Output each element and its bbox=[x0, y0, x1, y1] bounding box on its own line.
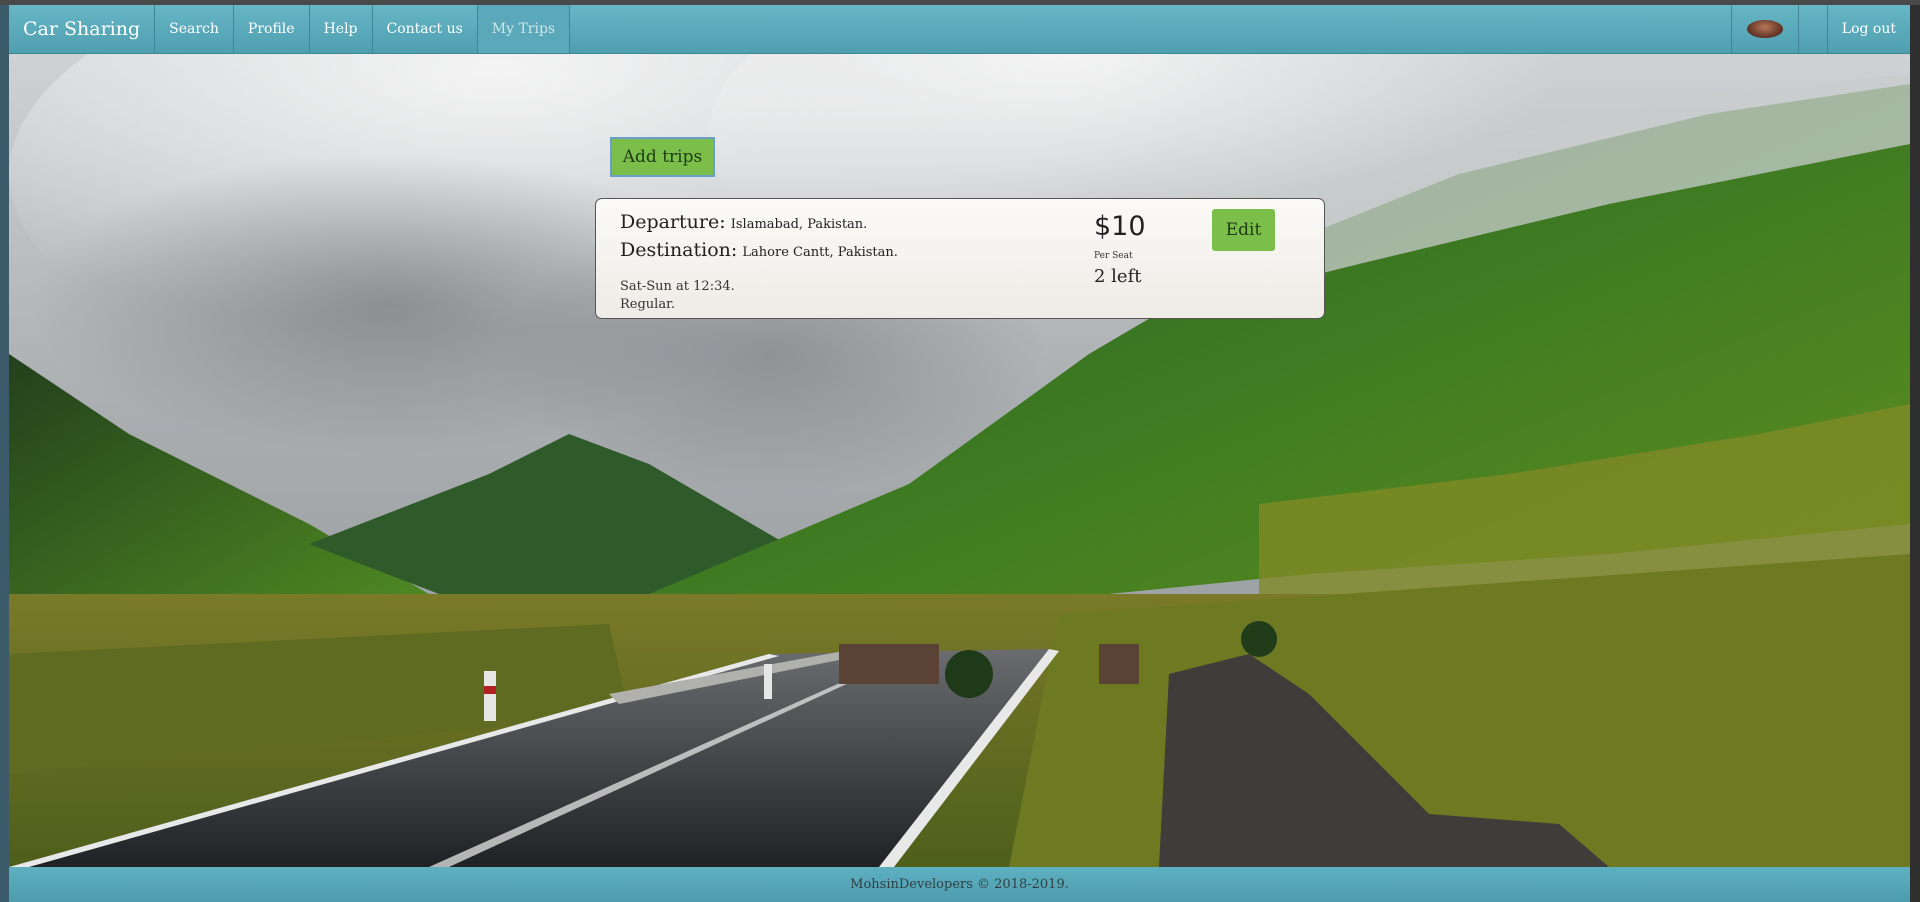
avatar bbox=[1746, 20, 1783, 38]
price-unit: Per Seat bbox=[1094, 251, 1133, 261]
nav-contact-us[interactable]: Contact us bbox=[373, 5, 478, 53]
trip-card: Departure: Islamabad, Pakistan. Destinat… bbox=[595, 198, 1325, 319]
trip-schedule: Sat-Sun at 12:34. bbox=[620, 279, 735, 294]
add-trips-button[interactable]: Add trips bbox=[610, 137, 715, 177]
nav-search[interactable]: Search bbox=[155, 5, 234, 53]
destination-label: Destination: bbox=[620, 239, 738, 261]
nav-my-trips[interactable]: My Trips bbox=[477, 5, 571, 53]
avatar-button[interactable] bbox=[1730, 5, 1799, 53]
departure-row: Departure: Islamabad, Pakistan. bbox=[620, 211, 867, 233]
logout-link[interactable]: Log out bbox=[1828, 5, 1910, 53]
destination-value: Lahore Cantt, Pakistan. bbox=[742, 245, 898, 260]
footer-text: MohsinDevelopers © 2018-2019. bbox=[850, 877, 1069, 892]
departure-value: Islamabad, Pakistan. bbox=[730, 217, 868, 232]
nav-help[interactable]: Help bbox=[310, 5, 373, 53]
edit-trip-button[interactable]: Edit bbox=[1212, 209, 1275, 251]
navbar: Car Sharing Search Profile Help Contact … bbox=[9, 5, 1910, 54]
window-left-strip bbox=[0, 5, 9, 902]
seats-left: 2 left bbox=[1094, 266, 1142, 287]
nav-spacer bbox=[1799, 5, 1828, 53]
footer: MohsinDevelopers © 2018-2019. bbox=[9, 867, 1910, 902]
nav-profile[interactable]: Profile bbox=[234, 5, 310, 53]
window-right-strip bbox=[1910, 5, 1920, 902]
trip-price: $10 bbox=[1094, 211, 1146, 242]
nav-right: Log out bbox=[1730, 5, 1910, 53]
departure-label: Departure: bbox=[620, 211, 726, 233]
trip-type: Regular. bbox=[620, 297, 676, 312]
destination-row: Destination: Lahore Cantt, Pakistan. bbox=[620, 239, 898, 261]
brand-link[interactable]: Car Sharing bbox=[9, 5, 156, 53]
app: Car Sharing Search Profile Help Contact … bbox=[9, 5, 1910, 902]
background-landscape bbox=[9, 54, 1910, 867]
